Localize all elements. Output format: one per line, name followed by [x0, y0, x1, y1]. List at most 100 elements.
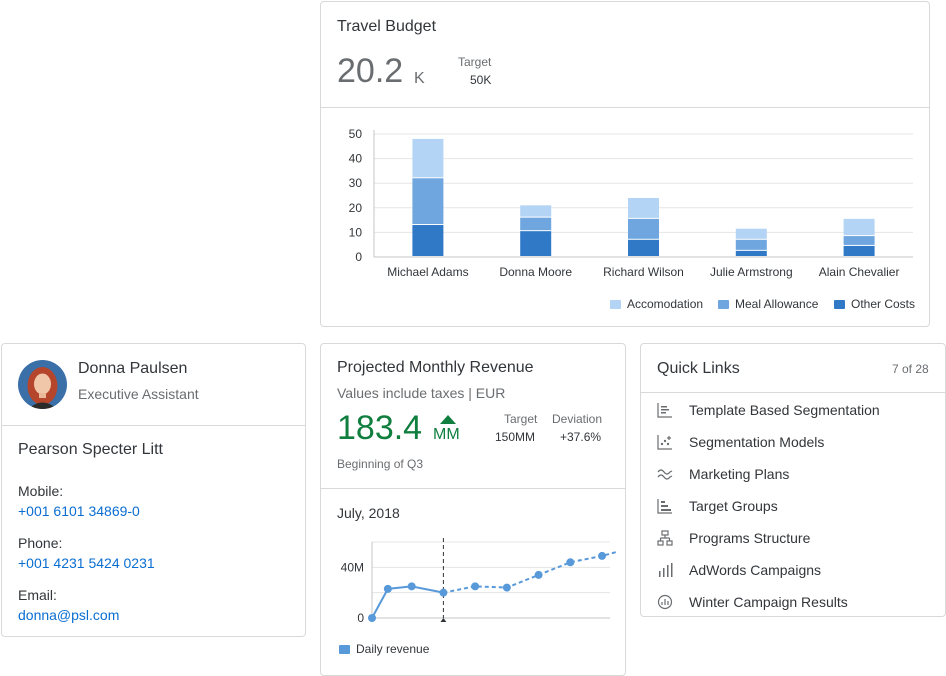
bar-segment: [412, 138, 444, 178]
revenue-point: [598, 551, 607, 560]
bar-segment: [735, 239, 767, 250]
revenue-title: Projected Monthly Revenue: [337, 359, 534, 376]
travel-budget-card[interactable]: Travel Budget 20.2 K Target 50K 0 10 20 30 4…: [320, 1, 930, 327]
avatar-image: [18, 360, 67, 409]
travel-budget-divider: [321, 107, 929, 108]
projected-revenue-line: [443, 551, 617, 594]
quick-link-label: Marketing Plans: [689, 466, 790, 482]
travel-budget-chart: 0 10 20 30 40 50 Michael Adams Donna Moore Richa…: [349, 127, 913, 279]
revenue-point: [471, 582, 480, 591]
y-tick-label: 10: [349, 225, 363, 239]
avatar: [18, 360, 67, 409]
legend-meal-allowance-label: Meal Allowance: [735, 297, 819, 311]
bar-segment: [412, 178, 444, 225]
x-tick-label: 15: [476, 622, 490, 624]
y-tick-label: 0: [355, 250, 362, 264]
contact-card[interactable]: Donna Paulsen Executive Assistant Pearso…: [1, 343, 306, 637]
legend-daily-revenue: Daily revenue: [339, 642, 429, 656]
bar-segment: [735, 250, 767, 256]
email-label: Email:: [18, 587, 57, 603]
revenue-point: [534, 570, 543, 579]
quick-links-title: Quick Links: [657, 360, 740, 377]
quick-link-adwords-campaigns[interactable]: AdWords Campaigns: [657, 557, 821, 583]
quick-link-winter-campaign-results[interactable]: Winter Campaign Results: [657, 589, 848, 615]
y-tick-label: 50: [349, 127, 363, 141]
y-tick-label: 40M: [341, 560, 364, 574]
mobile-link[interactable]: +001 6101 34869-0: [18, 503, 140, 519]
org-structure-icon: [657, 530, 673, 546]
legend-accomodation: Accomodation: [610, 297, 703, 311]
quick-link-segmentation-models[interactable]: Segmentation Models: [657, 429, 824, 455]
revenue-point: [502, 583, 511, 592]
quick-link-marketing-plans[interactable]: Marketing Plans: [657, 461, 789, 487]
travel-budget-target-label: Target: [458, 55, 492, 69]
quick-link-label: Winter Campaign Results: [689, 594, 848, 610]
quick-link-programs-structure[interactable]: Programs Structure: [657, 525, 810, 551]
revenue-subtitle: Values include taxes | EUR: [337, 385, 506, 401]
x-tick-label: Julie Armstrong: [710, 265, 793, 279]
y-tick-label: 30: [349, 176, 363, 190]
contact-name: Donna Paulsen: [78, 360, 188, 377]
revenue-point: [407, 582, 416, 591]
quick-links-card[interactable]: Quick Links 7 of 28 Template Based Segme…: [640, 343, 946, 617]
legend-accomodation-swatch: [610, 299, 621, 309]
revenue-chart: 040MJUL'1815JUL'31: [341, 538, 625, 624]
bar-segment: [520, 231, 552, 256]
revenue-footer: Beginning of Q3: [337, 457, 424, 471]
bar-segment: [628, 197, 659, 218]
legend-meal-allowance: Meal Allowance: [718, 297, 818, 311]
trend-up-icon: [440, 415, 456, 424]
bar-chart-icon: [657, 402, 673, 418]
bar-segment: [843, 245, 875, 256]
quick-link-label: Target Groups: [689, 498, 778, 514]
revenue-deviation-label: Deviation: [552, 412, 603, 426]
x-tick-label: Donna Moore: [499, 265, 572, 279]
legend-meal-allowance-swatch: [718, 299, 729, 309]
current-day-marker-arrow: [440, 618, 447, 622]
bar-segment: [628, 239, 659, 256]
revenue-target-label: Target: [504, 412, 538, 426]
legend-daily-revenue-label: Daily revenue: [356, 642, 430, 656]
phone-link[interactable]: +001 4231 5424 0231: [18, 555, 155, 571]
vertical-bar-icon: [657, 562, 673, 578]
legend-other-costs-label: Other Costs: [851, 297, 916, 311]
legend-accomodation-label: Accomodation: [627, 297, 704, 311]
revenue-unit: MM: [433, 426, 460, 443]
travel-budget-target-value: 50K: [470, 73, 492, 87]
revenue-point: [383, 584, 392, 593]
quick-links-divider: [641, 392, 945, 393]
x-tick-label: 8: [424, 622, 431, 624]
contact-role: Executive Assistant: [78, 386, 199, 402]
quick-link-target-groups[interactable]: Target Groups: [657, 493, 778, 519]
bar-segment: [520, 205, 552, 217]
revenue-deviation-value: +37.6%: [560, 430, 602, 444]
quick-link-label: AdWords Campaigns: [689, 562, 822, 578]
mobile-label: Mobile:: [18, 483, 64, 499]
revenue-chart-title: July, 2018: [337, 505, 400, 521]
revenue-card[interactable]: Projected Monthly Revenue Values include…: [320, 343, 626, 676]
bar-segment: [735, 228, 767, 239]
email-link[interactable]: donna@psl.com: [18, 607, 119, 623]
globe-chart-icon: [657, 594, 673, 610]
travel-budget-title: Travel Budget: [337, 18, 437, 35]
quick-link-template-based-segmentation[interactable]: Template Based Segmentation: [657, 397, 880, 423]
bar-segment: [843, 236, 875, 245]
y-tick-label: 40: [349, 152, 363, 166]
travel-budget-value: 20.2: [337, 52, 404, 90]
actual-revenue-line: [371, 585, 444, 619]
x-tick-label: Richard Wilson: [603, 265, 684, 279]
phone-label: Phone:: [18, 535, 63, 551]
scatter-chart-icon: [657, 434, 673, 450]
revenue-point: [439, 588, 448, 597]
bar-segment: [520, 217, 552, 231]
y-tick-label: 20: [349, 201, 363, 215]
bar-segment: [628, 218, 659, 239]
x-tick-label: JUL'1: [357, 622, 388, 624]
travel-budget-unit: K: [414, 70, 425, 87]
revenue-point: [368, 614, 376, 622]
horizontal-bar-icon: [657, 498, 673, 514]
revenue-target-value: 150MM: [495, 430, 536, 444]
revenue-point: [566, 558, 575, 567]
quick-links-count: 7 of 28: [892, 362, 929, 376]
x-tick-label: JUL'31: [592, 622, 625, 624]
